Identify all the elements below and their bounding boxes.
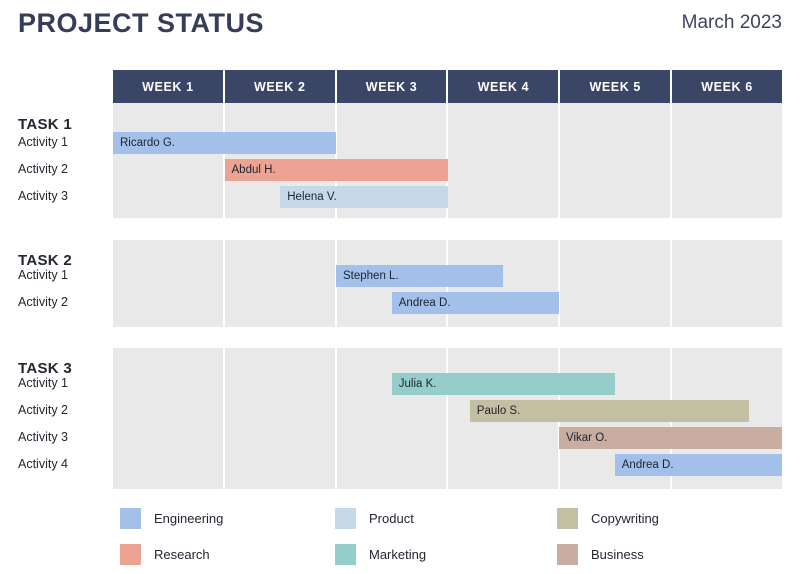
grid-column-5 (560, 103, 673, 218)
legend-item-engineering[interactable]: Engineering (120, 508, 223, 529)
gantt-bar-assignee: Helena V. (287, 191, 337, 203)
legend-item-business[interactable]: Business (557, 544, 644, 565)
gantt-bar-t3-a1[interactable]: Julia K. (391, 373, 615, 395)
activity-label-t3-a3: Activity 3 (18, 430, 69, 444)
legend-label-copywriting: Copywriting (591, 511, 659, 526)
grid-column-5 (560, 240, 673, 327)
grid-column-4 (448, 103, 561, 218)
legend-label-engineering: Engineering (154, 511, 224, 526)
grid-column-2 (225, 348, 337, 489)
task-title-2: TASK 2 (18, 252, 73, 269)
grid-column-1 (113, 240, 225, 327)
legend-swatch-product (335, 508, 356, 529)
gantt-bar-assignee: Paulo S. (476, 405, 521, 417)
header-date: March 2023 (681, 12, 782, 33)
page-title: PROJECT STATUS (18, 8, 265, 38)
week-header-cell-5[interactable]: WEEK 5 (560, 70, 673, 103)
grid-column-3 (337, 348, 449, 489)
activity-label-t1-a1: Activity 1 (18, 135, 69, 149)
legend: Engineering Research Product Marketing Copyw… (113, 503, 782, 569)
task-title-1: TASK 1 (18, 116, 73, 133)
activity-label-t2-a1: Activity 1 (18, 268, 69, 282)
activity-label-t1-a2: Activity 2 (18, 162, 69, 176)
gantt-bar-t1-a1[interactable]: Ricardo G. (113, 132, 336, 154)
legend-label-business: Business (591, 547, 644, 562)
legend-label-research: Research (154, 547, 210, 562)
grid-column-1 (113, 103, 225, 218)
legend-label-marketing: Marketing (369, 547, 427, 562)
legend-swatch-research (120, 544, 141, 565)
activity-label-t1-a3: Activity 3 (18, 189, 69, 203)
gantt-bar-assignee: Julia K. (398, 378, 437, 390)
gantt-bar-t3-a3[interactable]: Vikar O. (559, 427, 782, 449)
week-header-row: WEEK 1 WEEK 2 WEEK 3 WEEK 4 WEEK 5 WEEK 6 (113, 70, 782, 103)
gantt-bar-t2-a1[interactable]: Stephen L. (336, 265, 504, 287)
gantt-bar-t1-a2[interactable]: Abdul H. (224, 159, 448, 181)
activity-label-t3-a2: Activity 2 (18, 403, 69, 417)
legend-item-marketing[interactable]: Marketing (335, 544, 426, 565)
gantt-bar-t1-a3[interactable]: Helena V. (280, 186, 448, 208)
grid-column-6 (672, 103, 782, 218)
task-title-3: TASK 3 (18, 360, 73, 377)
gantt-bar-assignee: Vikar O. (566, 432, 608, 444)
legend-item-research[interactable]: Research (120, 544, 210, 565)
legend-label-product: Product (369, 511, 414, 526)
week-header-cell-4[interactable]: WEEK 4 (448, 70, 561, 103)
grid-column-6 (672, 240, 782, 327)
gantt-bar-assignee: Stephen L. (343, 270, 399, 282)
task-block-1 (113, 103, 782, 218)
gantt-bar-assignee: Ricardo G. (120, 137, 175, 149)
grid-column-1 (113, 348, 225, 489)
gantt-bar-t3-a4[interactable]: Andrea D. (614, 454, 782, 476)
legend-swatch-engineering (120, 508, 141, 529)
activity-label-t2-a2: Activity 2 (18, 295, 69, 309)
gantt-bar-t3-a2[interactable]: Paulo S. (469, 400, 749, 422)
legend-item-copywriting[interactable]: Copywriting (557, 508, 659, 529)
week-header-cell-1[interactable]: WEEK 1 (113, 70, 225, 103)
gantt-bar-assignee: Andrea D. (621, 459, 674, 471)
gantt-bar-t2-a2[interactable]: Andrea D. (391, 292, 559, 314)
activity-label-t3-a4: Activity 4 (18, 457, 69, 471)
legend-swatch-copywriting (557, 508, 578, 529)
grid-column-2 (225, 240, 337, 327)
legend-item-product[interactable]: Product (335, 508, 414, 529)
activity-label-t3-a1: Activity 1 (18, 376, 69, 390)
week-header-cell-2[interactable]: WEEK 2 (224, 70, 337, 103)
week-header-cell-3[interactable]: WEEK 3 (336, 70, 449, 103)
legend-swatch-business (557, 544, 578, 565)
gantt-bar-assignee: Abdul H. (231, 164, 276, 176)
week-header-cell-6[interactable]: WEEK 6 (672, 70, 782, 103)
legend-swatch-marketing (335, 544, 356, 565)
gantt-chart-page: PROJECT STATUS March 2023 WEEK 1 WEEK 2 WE… (0, 0, 800, 574)
gantt-bar-assignee: Andrea D. (398, 297, 451, 309)
